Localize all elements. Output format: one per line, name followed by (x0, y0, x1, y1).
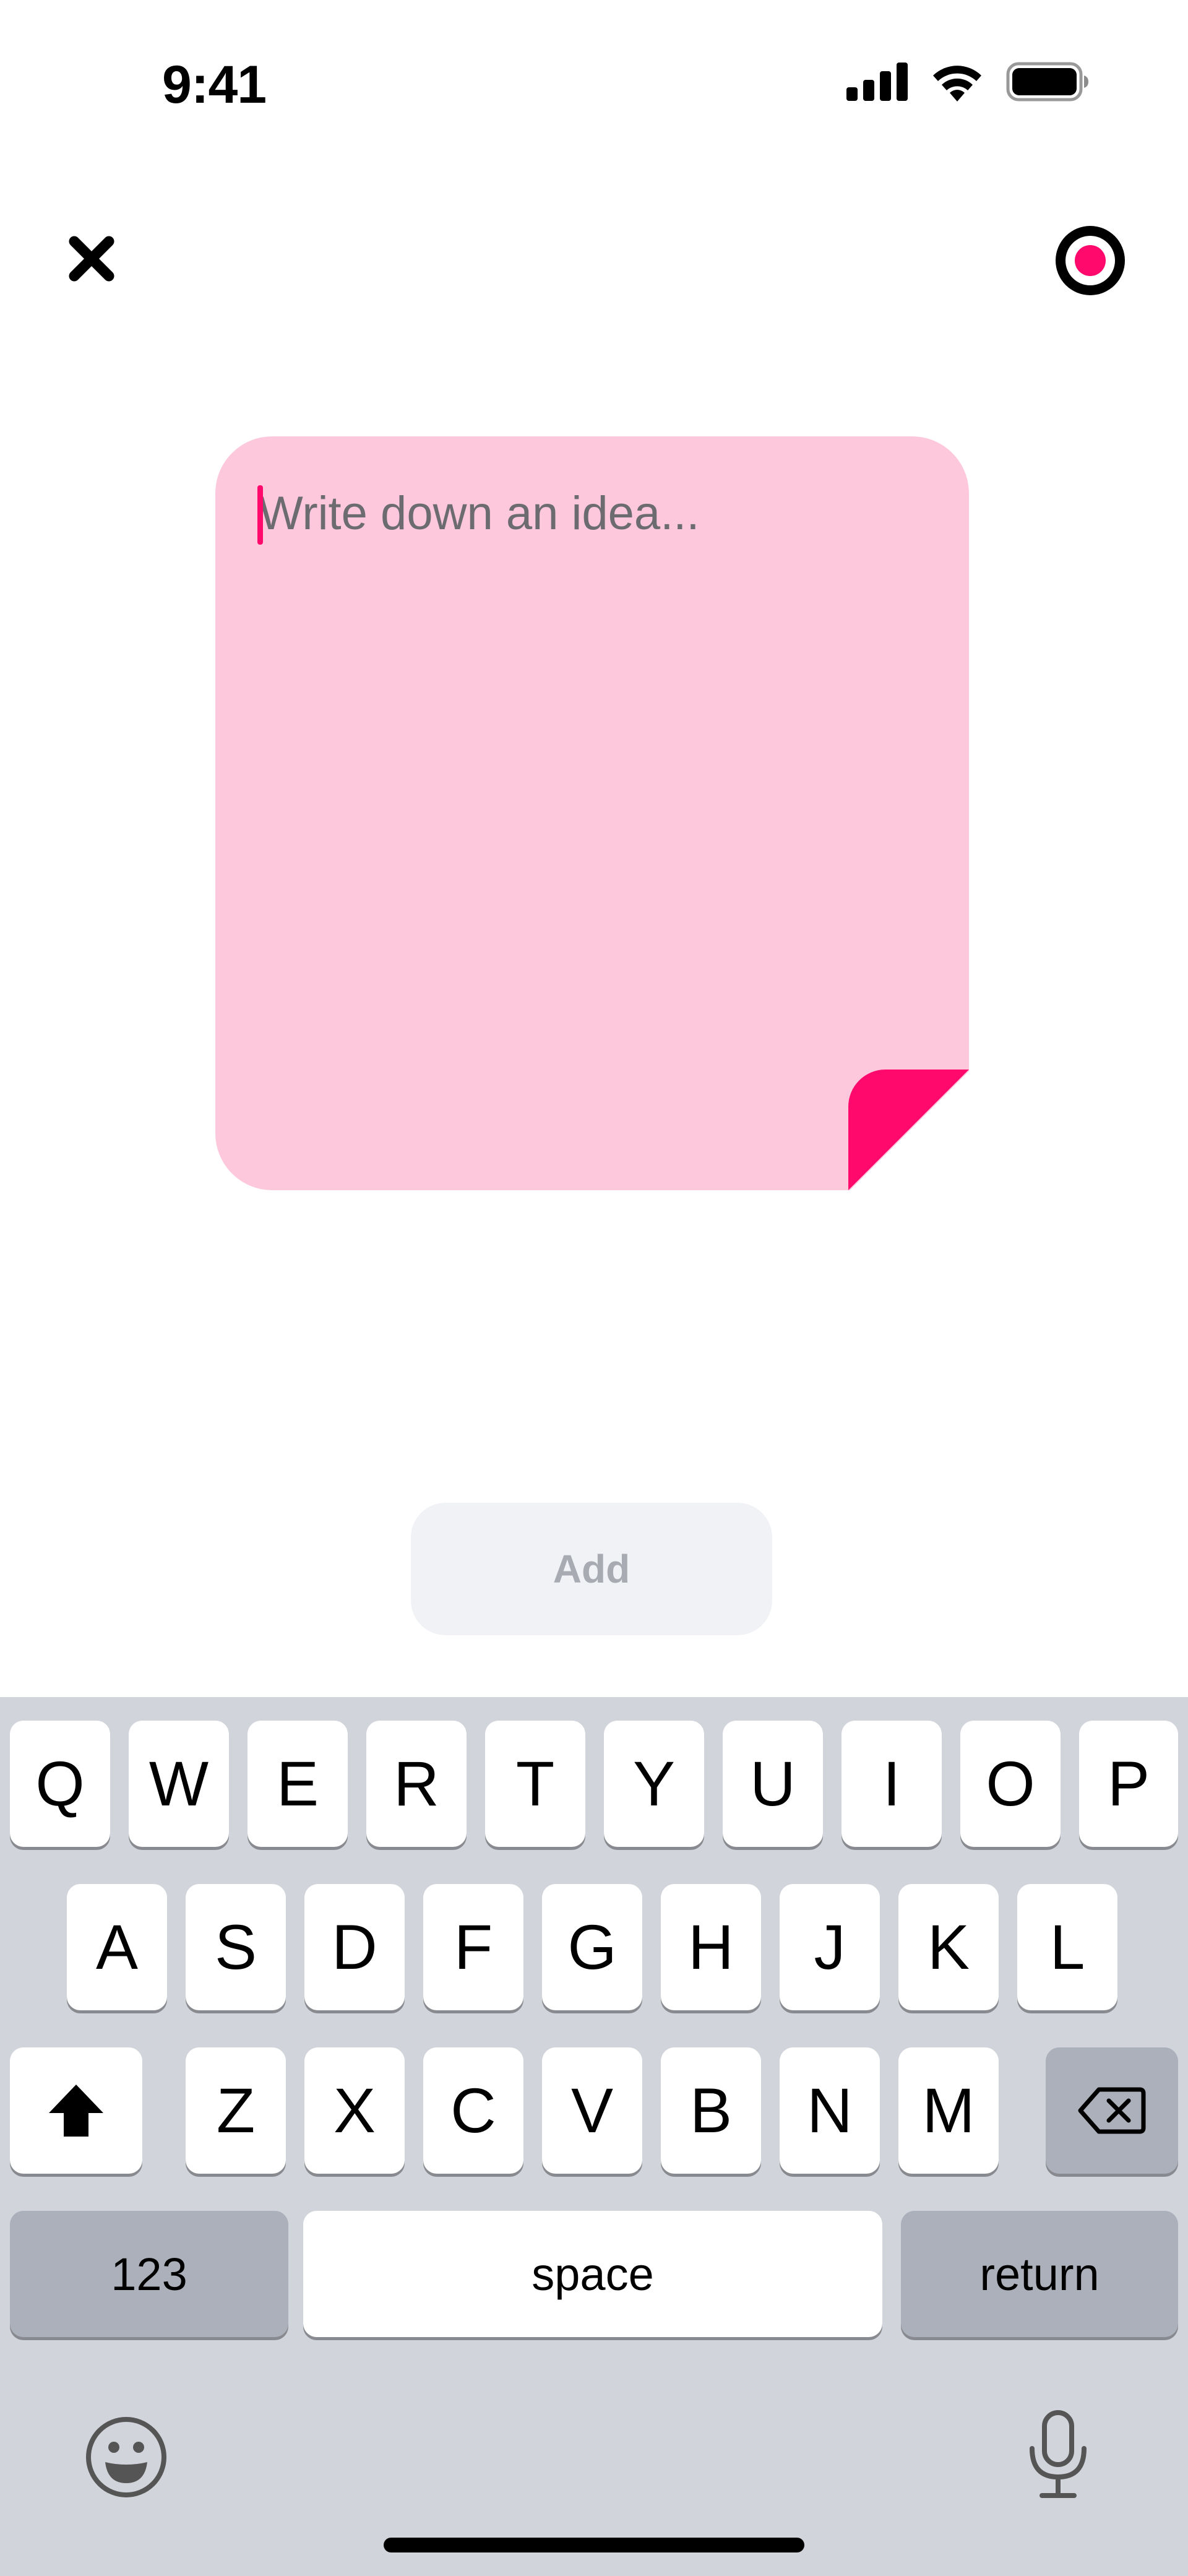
key-m[interactable]: M (898, 2047, 999, 2174)
note-corner-fold (848, 1070, 969, 1190)
idea-input[interactable] (259, 480, 927, 1037)
key-y[interactable]: Y (604, 1721, 704, 1847)
key-x[interactable]: X (304, 2047, 405, 2174)
key-d[interactable]: D (304, 1884, 405, 2010)
key-a[interactable]: A (67, 1884, 167, 2010)
key-h[interactable]: H (661, 1884, 761, 2010)
key-n[interactable]: N (780, 2047, 880, 2174)
status-icons (846, 62, 1089, 102)
key-b[interactable]: B (661, 2047, 761, 2174)
cellular-signal-icon (846, 63, 908, 101)
add-button[interactable]: Add (411, 1503, 772, 1635)
numbers-key[interactable]: 123 (10, 2211, 288, 2337)
emoji-icon (86, 2417, 166, 2497)
key-f[interactable]: F (423, 1884, 523, 2010)
delete-backspace-icon (1078, 2087, 1146, 2134)
record-button[interactable] (1056, 226, 1125, 295)
key-c[interactable]: C (423, 2047, 523, 2174)
key-r[interactable]: R (366, 1721, 467, 1847)
close-button[interactable] (61, 228, 123, 290)
shift-key[interactable] (10, 2047, 142, 2174)
key-v[interactable]: V (542, 2047, 642, 2174)
battery-icon (1006, 62, 1088, 102)
text-caret (257, 485, 263, 545)
key-k[interactable]: K (898, 1884, 999, 2010)
delete-key[interactable] (1046, 2047, 1178, 2174)
shift-icon (49, 2085, 103, 2137)
microphone-button[interactable] (1025, 2409, 1091, 2500)
record-icon (1056, 226, 1125, 295)
key-l[interactable]: L (1017, 1884, 1117, 2010)
key-g[interactable]: G (542, 1884, 642, 2010)
note-editor-screen: 9:41 Write down an idea... Add Q W E R T… (0, 0, 1188, 2576)
key-u[interactable]: U (723, 1721, 823, 1847)
key-z[interactable]: Z (186, 2047, 286, 2174)
key-t[interactable]: T (485, 1721, 585, 1847)
key-e[interactable]: E (248, 1721, 348, 1847)
key-j[interactable]: J (780, 1884, 880, 2010)
keyboard: Q W E R T Y U I O P A S D F G H J K L Z … (0, 1697, 1188, 2576)
key-i[interactable]: I (842, 1721, 942, 1847)
emoji-button[interactable] (84, 2415, 168, 2499)
space-key[interactable]: space (303, 2211, 882, 2337)
return-key[interactable]: return (901, 2211, 1178, 2337)
microphone-icon (1030, 2410, 1087, 2498)
close-icon (69, 236, 114, 282)
home-indicator[interactable] (384, 2538, 804, 2552)
key-o[interactable]: O (960, 1721, 1061, 1847)
key-s[interactable]: S (186, 1884, 286, 2010)
wifi-icon (933, 66, 981, 102)
key-w[interactable]: W (129, 1721, 229, 1847)
key-p[interactable]: P (1079, 1721, 1178, 1847)
status-time: 9:41 (162, 55, 267, 115)
key-q[interactable]: Q (10, 1721, 110, 1847)
